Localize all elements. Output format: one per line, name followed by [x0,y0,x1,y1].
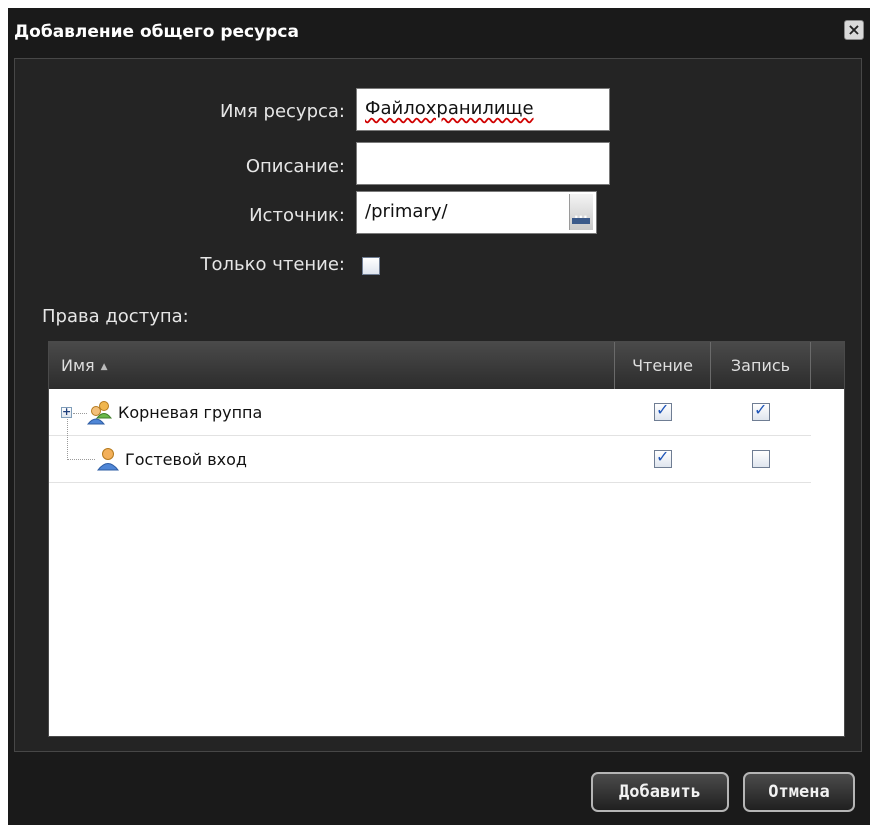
expand-icon[interactable]: + [61,405,72,418]
column-read-header[interactable]: Чтение [615,342,711,389]
table-row[interactable]: Гостевой вход [49,436,811,483]
readonly-checkbox[interactable] [362,257,380,275]
group-icon [86,401,113,425]
column-name-header[interactable]: Имя ▲ [49,342,615,389]
write-checkbox[interactable] [752,400,770,421]
column-write-label: Запись [730,356,791,375]
dialog-titlebar: Добавление общего ресурса × [8,8,870,54]
name-field[interactable]: Файлохранилище [356,88,610,131]
permissions-grid: Имя ▲ Чтение Запись + Корневая группа ✓ … [48,341,845,737]
row-name: Корневая группа [118,403,263,422]
name-label: Имя ресурса: [219,101,345,122]
column-write-header[interactable]: Запись [711,342,811,389]
tree-line [67,459,95,460]
source-label: Источник: [249,205,345,226]
description-label: Описание: [245,156,345,177]
readonly-label: Только чтение: [200,254,345,275]
name-value: Файлохранилище [365,98,534,119]
column-read-label: Чтение [632,356,693,375]
description-field[interactable] [356,142,610,185]
column-name-label: Имя [61,356,95,375]
permissions-label: Права доступа: [42,306,189,327]
close-button[interactable]: × [844,20,864,40]
read-checkbox[interactable] [654,400,672,421]
add-button[interactable]: Добавить [591,772,729,812]
table-row[interactable]: + Корневая группа [49,389,811,460]
row-name: Гостевой вход [125,450,247,469]
cancel-button[interactable]: Отмена [743,772,855,812]
grid-header: Имя ▲ Чтение Запись [49,342,844,389]
dialog-title: Добавление общего ресурса [14,22,299,42]
tree-line [73,413,87,414]
source-value: /primary/ [365,201,448,222]
close-icon: × [847,20,861,39]
read-checkbox[interactable] [654,447,672,468]
write-checkbox[interactable] [752,450,770,468]
user-icon [96,448,120,471]
sort-ascending-icon: ▲ [100,362,108,372]
ellipsis-icon [572,210,590,224]
share-dialog: Добавление общего ресурса × Имя ресурса:… [8,8,870,825]
source-field[interactable]: /primary/ [356,191,597,234]
browse-button[interactable] [569,194,593,230]
